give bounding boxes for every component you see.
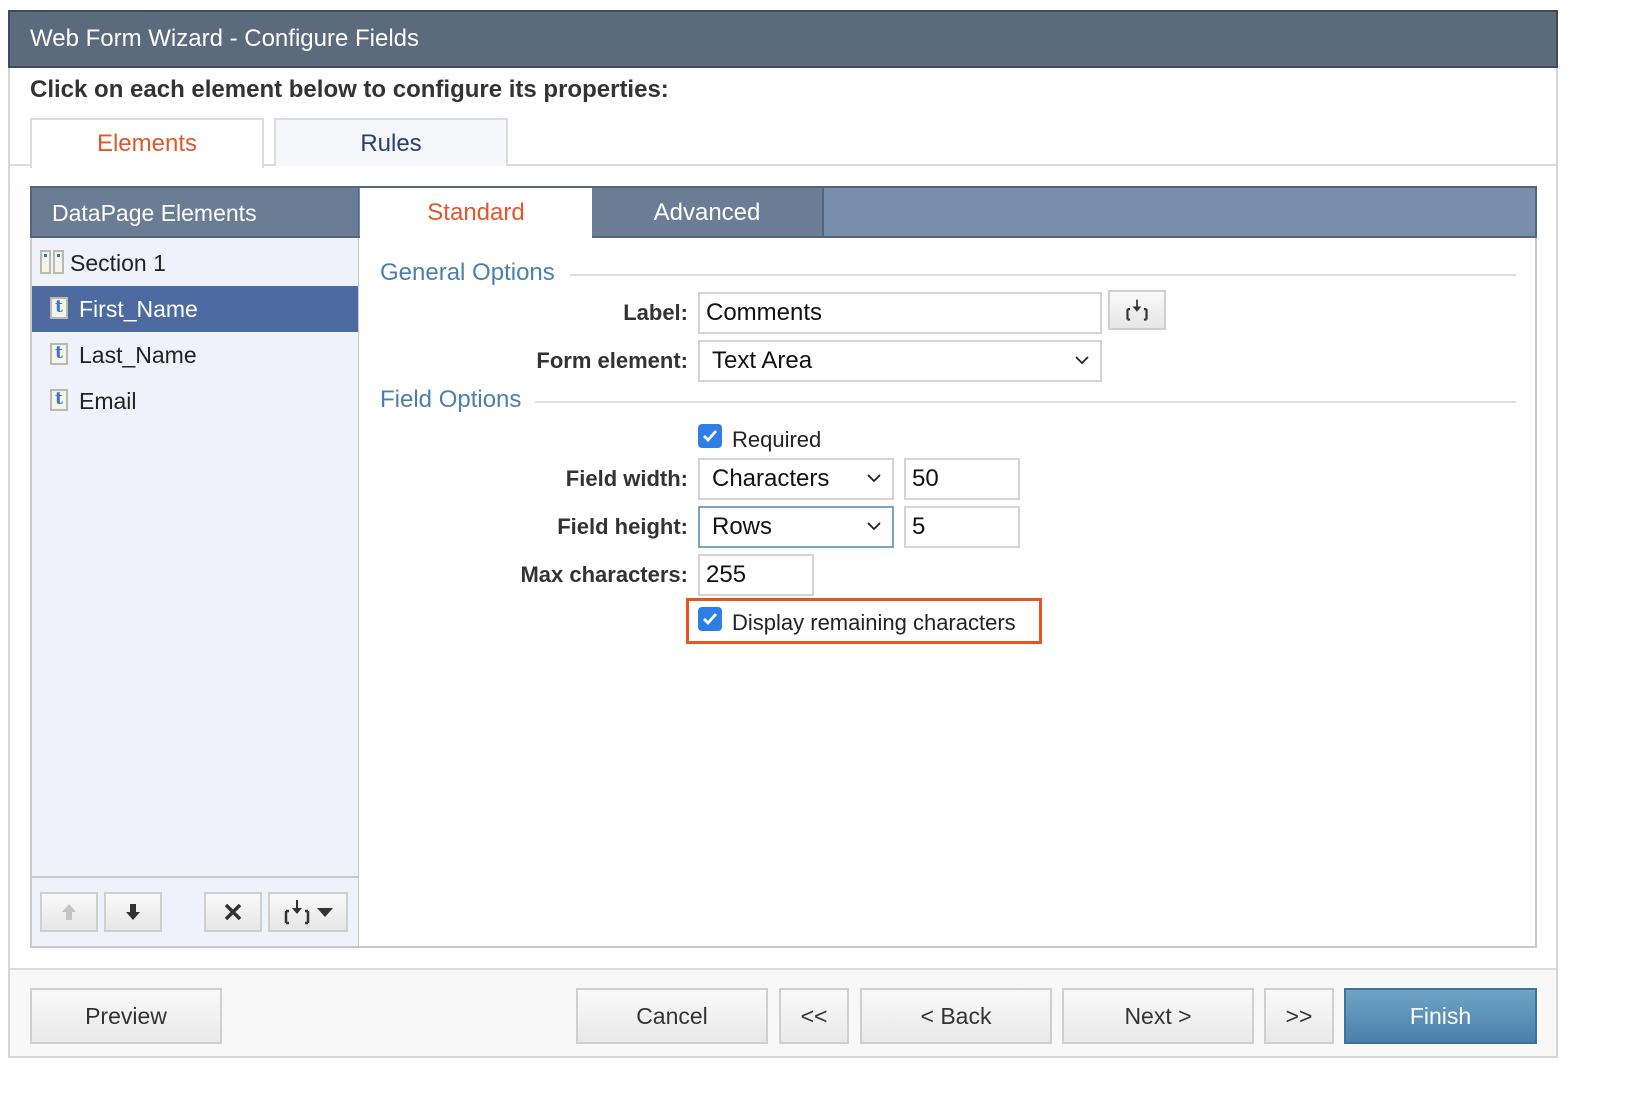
max-characters-label: Max characters: <box>520 562 688 587</box>
insert-icon <box>284 900 310 925</box>
legend-divider <box>570 274 1516 276</box>
checkmark-icon <box>703 430 718 443</box>
chevron-down-icon <box>867 474 881 483</box>
chevron-down-icon <box>1075 356 1089 365</box>
field-height-unit-select[interactable]: Rows <box>698 506 894 548</box>
move-up-icon <box>62 904 76 920</box>
move-down-button[interactable] <box>104 892 162 932</box>
field-height-label: Field height: <box>557 514 688 539</box>
chevron-down-icon <box>867 522 881 531</box>
tree-item-last-name[interactable]: t Last_Name <box>32 332 358 378</box>
field-height-input[interactable]: 5 <box>904 506 1020 548</box>
tree-item-label: First_Name <box>79 296 198 322</box>
field-width-input[interactable]: 50 <box>904 458 1020 500</box>
form-element-select[interactable]: Text Area <box>698 340 1102 382</box>
tree-item-first-name[interactable]: t First_Name <box>32 286 358 332</box>
field-width-unit-value: Characters <box>712 465 830 492</box>
form-element-label: Form element: <box>536 348 688 373</box>
delete-icon <box>224 903 242 921</box>
instruction-text: Click on each element below to configure… <box>30 76 669 103</box>
section-icon <box>53 250 64 274</box>
max-characters-input[interactable]: 255 <box>698 554 814 596</box>
move-down-icon <box>126 904 140 920</box>
tab-standard[interactable]: Standard <box>360 186 592 240</box>
tree-item-section-1[interactable]: Section 1 <box>32 240 358 286</box>
tab-elements[interactable]: Elements <box>30 118 264 168</box>
text-field-icon: t <box>50 297 68 319</box>
move-up-button[interactable] <box>40 892 98 932</box>
tab-rules[interactable]: Rules <box>274 118 508 166</box>
section-icon <box>40 250 51 274</box>
form-element-value: Text Area <box>712 347 813 374</box>
next-button[interactable]: Next > <box>1062 988 1254 1044</box>
text-field-icon: t <box>50 389 68 411</box>
delete-button[interactable] <box>204 892 262 932</box>
tab-advanced[interactable]: Advanced <box>592 186 824 238</box>
insert-icon <box>1126 299 1148 321</box>
tree-item-label: Last_Name <box>79 342 197 368</box>
tree-item-label: Section 1 <box>70 250 166 276</box>
field-width-label: Field width: <box>565 466 688 491</box>
checkmark-icon <box>703 613 718 626</box>
general-options-legend: General Options <box>380 259 555 286</box>
window-title: Web Form Wizard - Configure Fields <box>8 10 1558 68</box>
label-field-label: Label: <box>623 300 688 325</box>
elements-panel-header: DataPage Elements <box>30 186 360 238</box>
label-input[interactable]: Comments <box>698 292 1102 334</box>
display-remaining-label: Display remaining characters <box>732 610 1016 635</box>
first-step-button[interactable]: << <box>779 988 849 1044</box>
legend-divider <box>535 401 1516 403</box>
cancel-button[interactable]: Cancel <box>576 988 768 1044</box>
field-width-unit-select[interactable]: Characters <box>698 458 894 500</box>
text-field-icon: t <box>50 343 68 365</box>
required-checkbox[interactable] <box>698 424 722 448</box>
tree-item-label: Email <box>79 388 137 414</box>
last-step-button[interactable]: >> <box>1264 988 1334 1044</box>
tree-item-email[interactable]: t Email <box>32 378 358 424</box>
display-remaining-checkbox[interactable] <box>698 607 722 631</box>
finish-button[interactable]: Finish <box>1344 988 1537 1044</box>
insert-dropdown-button[interactable] <box>268 892 348 932</box>
preview-button[interactable]: Preview <box>30 988 222 1044</box>
toolbar-divider <box>32 876 358 878</box>
required-label: Required <box>732 427 822 452</box>
field-height-unit-value: Rows <box>712 513 773 540</box>
insert-label-button[interactable] <box>1108 290 1166 330</box>
caret-down-icon <box>317 908 333 917</box>
field-options-legend: Field Options <box>380 386 522 413</box>
back-button[interactable]: < Back <box>860 988 1052 1044</box>
